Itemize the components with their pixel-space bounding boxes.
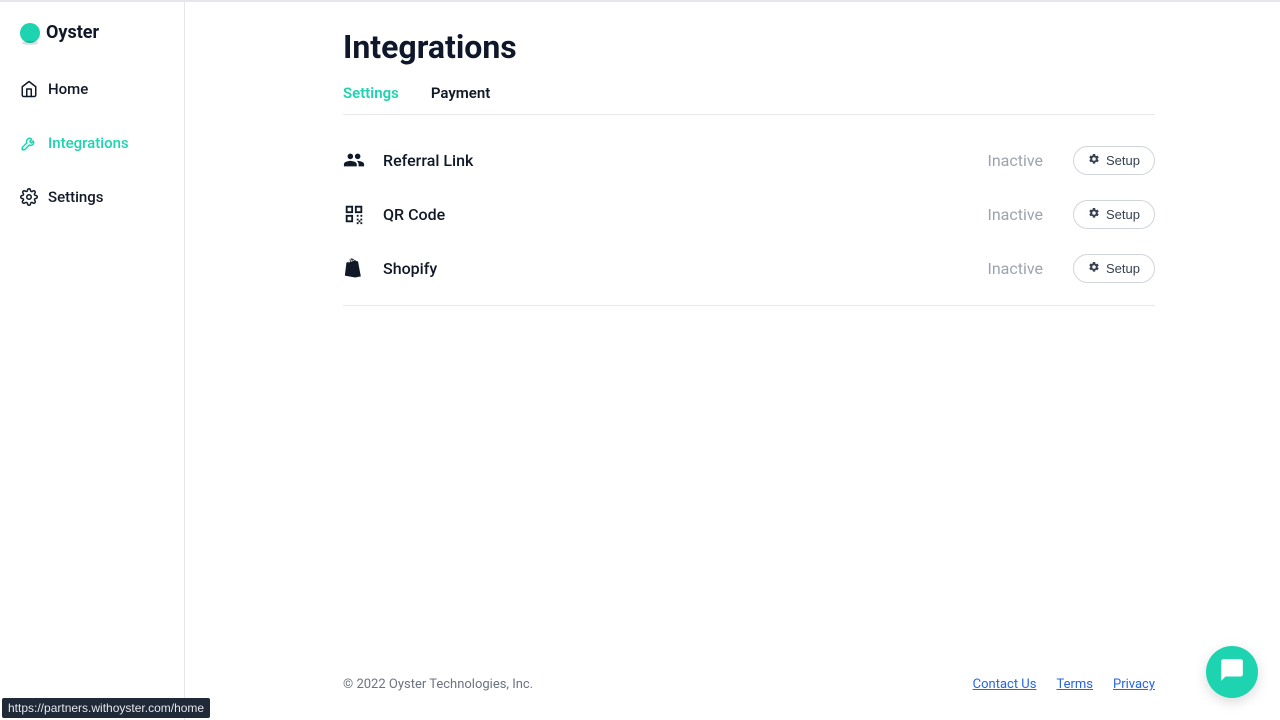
sidebar: Oyster Home Integrations Settings — [0, 2, 185, 720]
brand-logo-icon — [20, 23, 40, 43]
main: Integrations Settings Payment — [185, 2, 1280, 720]
setup-button-label: Setup — [1106, 153, 1140, 168]
integration-label: Referral Link — [383, 151, 969, 170]
footer: © 2022 Oyster Technologies, Inc. Contact… — [185, 677, 1280, 720]
people-icon — [343, 149, 365, 171]
shopify-icon — [343, 257, 365, 279]
integration-row: Shopify Inactive Setup — [343, 241, 1155, 295]
integration-row: QR Code Inactive Setup — [343, 187, 1155, 241]
footer-link-terms[interactable]: Terms — [1056, 677, 1093, 692]
integration-status: Inactive — [987, 151, 1043, 170]
tab-label: Payment — [431, 84, 490, 102]
wrench-icon — [20, 134, 38, 152]
footer-link-contact[interactable]: Contact Us — [973, 677, 1037, 692]
gear-icon — [1088, 207, 1100, 222]
sidebar-item-label: Home — [48, 80, 88, 98]
integration-label: QR Code — [383, 205, 969, 224]
chat-icon — [1219, 657, 1245, 687]
browser-status-url: https://partners.withoyster.com/home — [2, 698, 210, 718]
tab-settings[interactable]: Settings — [343, 84, 399, 114]
page-title: Integrations — [343, 28, 1155, 66]
integration-status: Inactive — [987, 205, 1043, 224]
qr-code-icon — [343, 203, 365, 225]
integration-row: Referral Link Inactive Setup — [343, 133, 1155, 187]
setup-button[interactable]: Setup — [1073, 200, 1155, 229]
integration-label: Shopify — [383, 259, 969, 278]
sidebar-item-settings[interactable]: Settings — [20, 179, 164, 215]
gear-icon — [1088, 153, 1100, 168]
gear-icon — [20, 188, 38, 206]
integration-list: Referral Link Inactive Setup — [343, 133, 1155, 306]
sidebar-item-home[interactable]: Home — [20, 71, 164, 107]
sidebar-item-integrations[interactable]: Integrations — [20, 125, 164, 161]
home-icon — [20, 80, 38, 98]
footer-copyright: © 2022 Oyster Technologies, Inc. — [343, 677, 533, 692]
footer-link-privacy[interactable]: Privacy — [1113, 677, 1155, 692]
integration-status: Inactive — [987, 259, 1043, 278]
sidebar-item-label: Integrations — [48, 134, 129, 152]
setup-button[interactable]: Setup — [1073, 254, 1155, 283]
brand[interactable]: Oyster — [0, 22, 184, 71]
tabs: Settings Payment — [343, 84, 1155, 115]
setup-button-label: Setup — [1106, 207, 1140, 222]
tab-payment[interactable]: Payment — [431, 84, 490, 114]
setup-button-label: Setup — [1106, 261, 1140, 276]
footer-links: Contact Us Terms Privacy — [973, 677, 1155, 692]
gear-icon — [1088, 261, 1100, 276]
sidebar-nav: Home Integrations Settings — [0, 71, 184, 215]
chat-fab[interactable] — [1206, 646, 1258, 698]
brand-name: Oyster — [46, 22, 99, 43]
setup-button[interactable]: Setup — [1073, 146, 1155, 175]
sidebar-item-label: Settings — [48, 188, 104, 206]
tab-label: Settings — [343, 84, 399, 102]
